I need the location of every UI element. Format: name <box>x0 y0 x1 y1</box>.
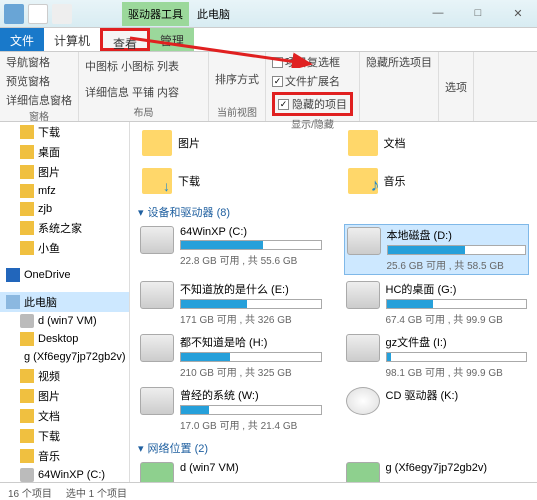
tab-manage[interactable]: 管理 <box>150 28 194 51</box>
folder-item[interactable]: 音乐 <box>344 164 530 198</box>
drives-section-header[interactable]: ▾ 设备和驱动器 (8) <box>138 204 529 220</box>
sidebar-onedrive[interactable]: OneDrive <box>0 266 129 284</box>
window-title: 此电脑 <box>197 6 230 22</box>
folder-icon <box>348 168 378 194</box>
drive-icon <box>346 281 380 309</box>
qat-button[interactable] <box>28 4 48 24</box>
contextual-tab-label: 驱动器工具 <box>122 2 189 26</box>
folder-icon <box>348 130 378 156</box>
tab-file[interactable]: 文件 <box>0 28 44 51</box>
options-button[interactable]: 选项 <box>445 54 467 119</box>
content-area: 下载桌面图片mfzzjb系统之家小鱼OneDrive此电脑d (win7 VM)… <box>0 122 537 482</box>
qat-button[interactable] <box>52 4 72 24</box>
navigation-sidebar: 下载桌面图片mfzzjb系统之家小鱼OneDrive此电脑d (win7 VM)… <box>0 122 130 482</box>
drive-item[interactable]: 本地磁盘 (D:)25.6 GB 可用 , 共 58.5 GB <box>344 224 530 275</box>
drive-item[interactable]: 不知道放的是什么 (E:)171 GB 可用 , 共 326 GB <box>138 279 324 328</box>
drive-icon <box>346 334 380 362</box>
sidebar-item[interactable]: 下载 <box>0 122 129 142</box>
sidebar-item[interactable]: 64WinXP (C:) <box>0 466 129 482</box>
layout-small-icons[interactable]: 小图标 <box>121 54 154 78</box>
drive-icon <box>140 281 174 309</box>
layout-tiles[interactable]: 平铺 <box>132 81 154 105</box>
folder-item[interactable]: 图片 <box>138 126 324 160</box>
sidebar-item[interactable]: 桌面 <box>0 142 129 162</box>
drive-item[interactable]: 64WinXP (C:)22.8 GB 可用 , 共 55.6 GB <box>138 224 324 275</box>
folder-icon <box>142 168 172 194</box>
hide-selected-button[interactable]: 隐藏所选项目 <box>366 54 432 70</box>
sidebar-item[interactable]: 系统之家 <box>0 218 129 238</box>
ribbon-tabs: 文件 计算机 查看 管理 <box>0 28 537 52</box>
group-label: 当前视图 <box>215 104 259 119</box>
status-bar: 16 个项目 选中 1 个项目 <box>0 482 537 500</box>
ribbon: 导航窗格 预览窗格 详细信息窗格 窗格 中图标 小图标 列表 详细信息 平铺 内… <box>0 52 537 122</box>
layout-details[interactable]: 详细信息 <box>85 81 129 105</box>
drive-icon <box>140 226 174 254</box>
drive-icon <box>140 334 174 362</box>
nav-pane-button[interactable]: 导航窗格 <box>6 54 72 70</box>
sidebar-item[interactable]: 文档 <box>0 406 129 426</box>
preview-pane-button[interactable]: 预览窗格 <box>6 73 72 89</box>
network-drive-icon <box>140 462 174 482</box>
app-icon <box>4 4 24 24</box>
layout-list[interactable]: 列表 <box>157 54 179 78</box>
sidebar-item[interactable]: 小鱼 <box>0 238 129 258</box>
sidebar-item[interactable]: 视频 <box>0 366 129 386</box>
sidebar-item[interactable]: g (Xf6egy7jp72gb2v) <box>0 348 129 366</box>
drive-icon <box>140 387 174 415</box>
sidebar-item[interactable]: 图片 <box>0 386 129 406</box>
folder-icon <box>142 130 172 156</box>
sidebar-item[interactable]: 下载 <box>0 426 129 446</box>
item-checkboxes-toggle[interactable]: 项目复选框 <box>272 54 353 70</box>
sidebar-item[interactable]: d (win7 VM) <box>0 312 129 330</box>
status-selection: 选中 1 个项目 <box>66 485 127 498</box>
network-location-item[interactable]: g (Xf6egy7jp72gb2v) <box>344 460 530 482</box>
sidebar-this-pc[interactable]: 此电脑 <box>0 292 129 312</box>
tab-computer[interactable]: 计算机 <box>44 28 100 51</box>
titlebar: 驱动器工具 此电脑 — □ ✕ <box>0 0 537 28</box>
drive-icon <box>346 387 380 415</box>
drive-item[interactable]: HC的桌面 (G:)67.4 GB 可用 , 共 99.9 GB <box>344 279 530 328</box>
network-section-header[interactable]: ▾ 网络位置 (2) <box>138 440 529 456</box>
drive-item[interactable]: 都不知道是哈 (H:)210 GB 可用 , 共 325 GB <box>138 332 324 381</box>
group-label: 布局 <box>85 104 202 119</box>
drive-item[interactable]: CD 驱动器 (K:) <box>344 385 530 434</box>
sidebar-item[interactable]: mfz <box>0 182 129 200</box>
sidebar-item[interactable]: 音乐 <box>0 446 129 466</box>
file-ext-toggle[interactable]: 文件扩展名 <box>272 73 353 89</box>
details-pane-button[interactable]: 详细信息窗格 <box>6 92 72 108</box>
folder-item[interactable]: 文档 <box>344 126 530 160</box>
network-location-item[interactable]: d (win7 VM) <box>138 460 324 482</box>
drive-item[interactable]: 曾经的系统 (W:)17.0 GB 可用 , 共 21.4 GB <box>138 385 324 434</box>
network-drive-icon <box>346 462 380 482</box>
quick-access-toolbar <box>4 4 72 24</box>
drive-icon <box>347 227 381 255</box>
maximize-button[interactable]: □ <box>463 7 493 20</box>
sidebar-item[interactable]: Desktop <box>0 330 129 348</box>
drive-item[interactable]: gz文件盘 (I:)98.1 GB 可用 , 共 99.9 GB <box>344 332 530 381</box>
sidebar-item[interactable]: 图片 <box>0 162 129 182</box>
sort-by-button[interactable]: 排序方式 <box>215 54 259 104</box>
close-button[interactable]: ✕ <box>503 7 533 20</box>
hidden-items-toggle[interactable]: 隐藏的项目 <box>272 92 353 116</box>
layout-content[interactable]: 内容 <box>157 81 179 105</box>
group-label: 窗格 <box>6 108 72 123</box>
folder-item[interactable]: 下载 <box>138 164 324 198</box>
sidebar-item[interactable]: zjb <box>0 200 129 218</box>
status-item-count: 16 个项目 <box>8 485 52 498</box>
main-view: 图片文档下载音乐 ▾ 设备和驱动器 (8) 64WinXP (C:)22.8 G… <box>130 122 537 482</box>
tab-view[interactable]: 查看 <box>100 28 150 51</box>
explorer-window: 驱动器工具 此电脑 — □ ✕ 文件 计算机 查看 管理 导航窗格 预览窗格 详… <box>0 0 537 500</box>
minimize-button[interactable]: — <box>423 7 453 20</box>
layout-medium-icons[interactable]: 中图标 <box>85 54 118 78</box>
